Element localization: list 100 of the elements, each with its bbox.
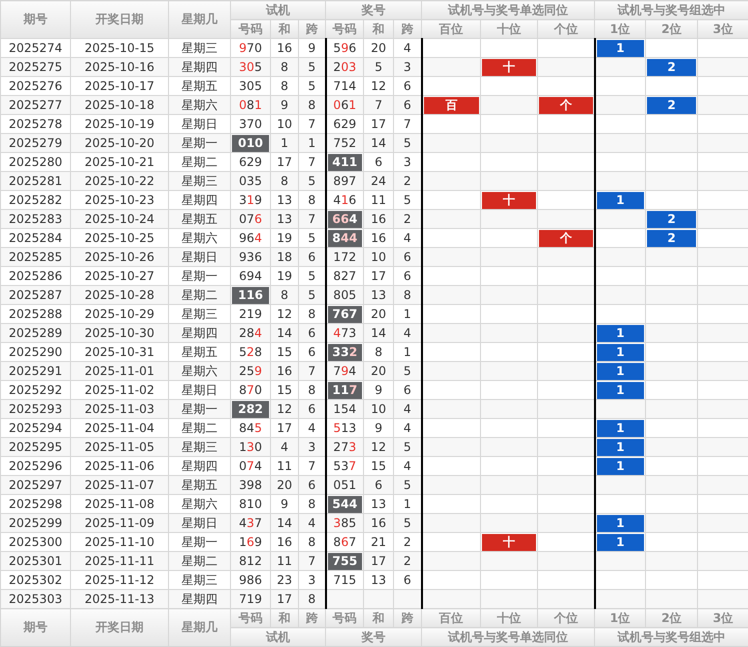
table-cell: 332 [328, 344, 362, 360]
table-cell: 767 [328, 306, 362, 322]
table-cell: 14 [270, 324, 298, 342]
table-cell: 4 [270, 438, 298, 456]
column-header: 期号 [0, 608, 70, 646]
table-cell: 867 [333, 534, 356, 548]
column-header: 号码 [230, 608, 270, 628]
column-header: 跨 [298, 608, 326, 628]
table-cell: 14 [270, 514, 298, 532]
hit-marker: 百 [424, 96, 480, 114]
column-header: 2位 [646, 608, 698, 628]
table-cell: 870 [239, 382, 262, 396]
hit-marker: 2 [647, 230, 696, 246]
table-cell: 2025297 [0, 476, 70, 494]
column-header: 试机号与奖号组选中 [594, 628, 748, 646]
hit-marker: 1 [596, 40, 644, 56]
table-cell: 282 [232, 400, 269, 418]
table-cell: 16 [270, 362, 298, 380]
table-cell: 259 [239, 364, 262, 378]
table-cell: 130 [239, 440, 262, 454]
hit-marker: 十 [482, 58, 536, 76]
table-cell: 370 [239, 116, 262, 130]
table-cell: 061 [333, 98, 356, 112]
table-cell: 2 [394, 172, 422, 190]
table-cell: 5 [394, 438, 422, 456]
table-cell: 154 [333, 402, 356, 416]
column-header: 试机号与奖号组选中 [594, 0, 748, 20]
hit-marker: 1 [596, 382, 644, 398]
table-cell: 11 [270, 552, 298, 570]
column-header: 1位 [594, 20, 646, 38]
column-header: 期号 [0, 0, 70, 38]
table-cell: 2025303 [0, 590, 70, 608]
table-cell: 7 [298, 362, 326, 380]
table-cell: 714 [333, 78, 356, 92]
table-cell: 5 [298, 172, 326, 190]
hit-marker: 十 [482, 534, 536, 550]
table-cell: 17 [270, 590, 298, 608]
table-cell: 星期二 [168, 552, 230, 570]
column-header: 百位 [422, 20, 481, 38]
table-cell: 385 [333, 516, 356, 530]
table-cell: 596 [333, 40, 356, 54]
table-cell: 172 [333, 250, 356, 264]
table-cell: 6 [298, 476, 326, 494]
column-header: 开奖日期 [70, 608, 168, 646]
table-cell: 5 [298, 58, 326, 76]
hit-marker: 个 [539, 230, 593, 246]
table-cell: 12 [270, 400, 298, 418]
column-header: 号码 [326, 608, 364, 628]
table-cell: 3 [298, 438, 326, 456]
table-cell: 星期六 [168, 96, 230, 114]
table-cell: 8 [270, 172, 298, 190]
table-cell: 2025-11-13 [70, 590, 168, 608]
table-cell: 2 [394, 552, 422, 570]
table-cell: 203 [333, 60, 356, 74]
table-cell: 2025-11-09 [70, 514, 168, 532]
table-cell: 6 [298, 400, 326, 418]
table-cell: 星期三 [168, 172, 230, 190]
table-cell: 2025-10-26 [70, 248, 168, 266]
table-cell: 星期四 [168, 324, 230, 342]
table-cell: 星期日 [168, 248, 230, 266]
table-cell: 2025-11-05 [70, 438, 168, 456]
column-header: 奖号 [326, 628, 422, 646]
table-cell: 2 [394, 210, 422, 228]
table-cell: 8 [270, 58, 298, 76]
table-cell: 18 [270, 248, 298, 266]
table-cell: 2025-11-11 [70, 552, 168, 570]
table-cell: 844 [328, 230, 362, 246]
table-cell: 169 [239, 534, 262, 548]
column-header: 2位 [646, 20, 698, 38]
table-cell: 2025-11-07 [70, 476, 168, 494]
column-header: 3位 [698, 20, 748, 38]
table-cell: 5 [394, 362, 422, 380]
table-cell: 076 [239, 212, 262, 226]
column-header: 试机号与奖号单选同位 [422, 0, 595, 20]
column-header: 个位 [538, 20, 595, 38]
table-cell: 2025279 [0, 134, 70, 152]
table-cell: 2025-10-28 [70, 286, 168, 304]
hit-marker: 2 [647, 210, 696, 228]
table-cell: 星期日 [168, 514, 230, 532]
hit-marker: 1 [596, 362, 644, 380]
table-cell: 305 [239, 78, 262, 92]
column-header: 跨 [298, 20, 326, 38]
table-cell: 2025281 [0, 172, 70, 190]
table-cell: 305 [239, 60, 262, 74]
table-cell: 星期六 [168, 362, 230, 380]
table-cell: 719 [239, 592, 262, 606]
table-cell: 2025287 [0, 286, 70, 304]
hit-marker: 1 [596, 534, 644, 550]
table-cell: 5 [394, 134, 422, 152]
column-header: 星期几 [168, 608, 230, 646]
column-header: 跨 [394, 20, 422, 38]
table-cell: 5 [394, 514, 422, 532]
table-cell: 8 [270, 286, 298, 304]
column-header: 和 [364, 608, 394, 628]
table-cell: 2025283 [0, 210, 70, 228]
table-cell: 970 [239, 40, 262, 54]
table-cell: 319 [239, 192, 262, 206]
column-header: 试机 [230, 0, 326, 20]
table-cell: 2025291 [0, 362, 70, 380]
table-cell: 7 [364, 96, 394, 114]
